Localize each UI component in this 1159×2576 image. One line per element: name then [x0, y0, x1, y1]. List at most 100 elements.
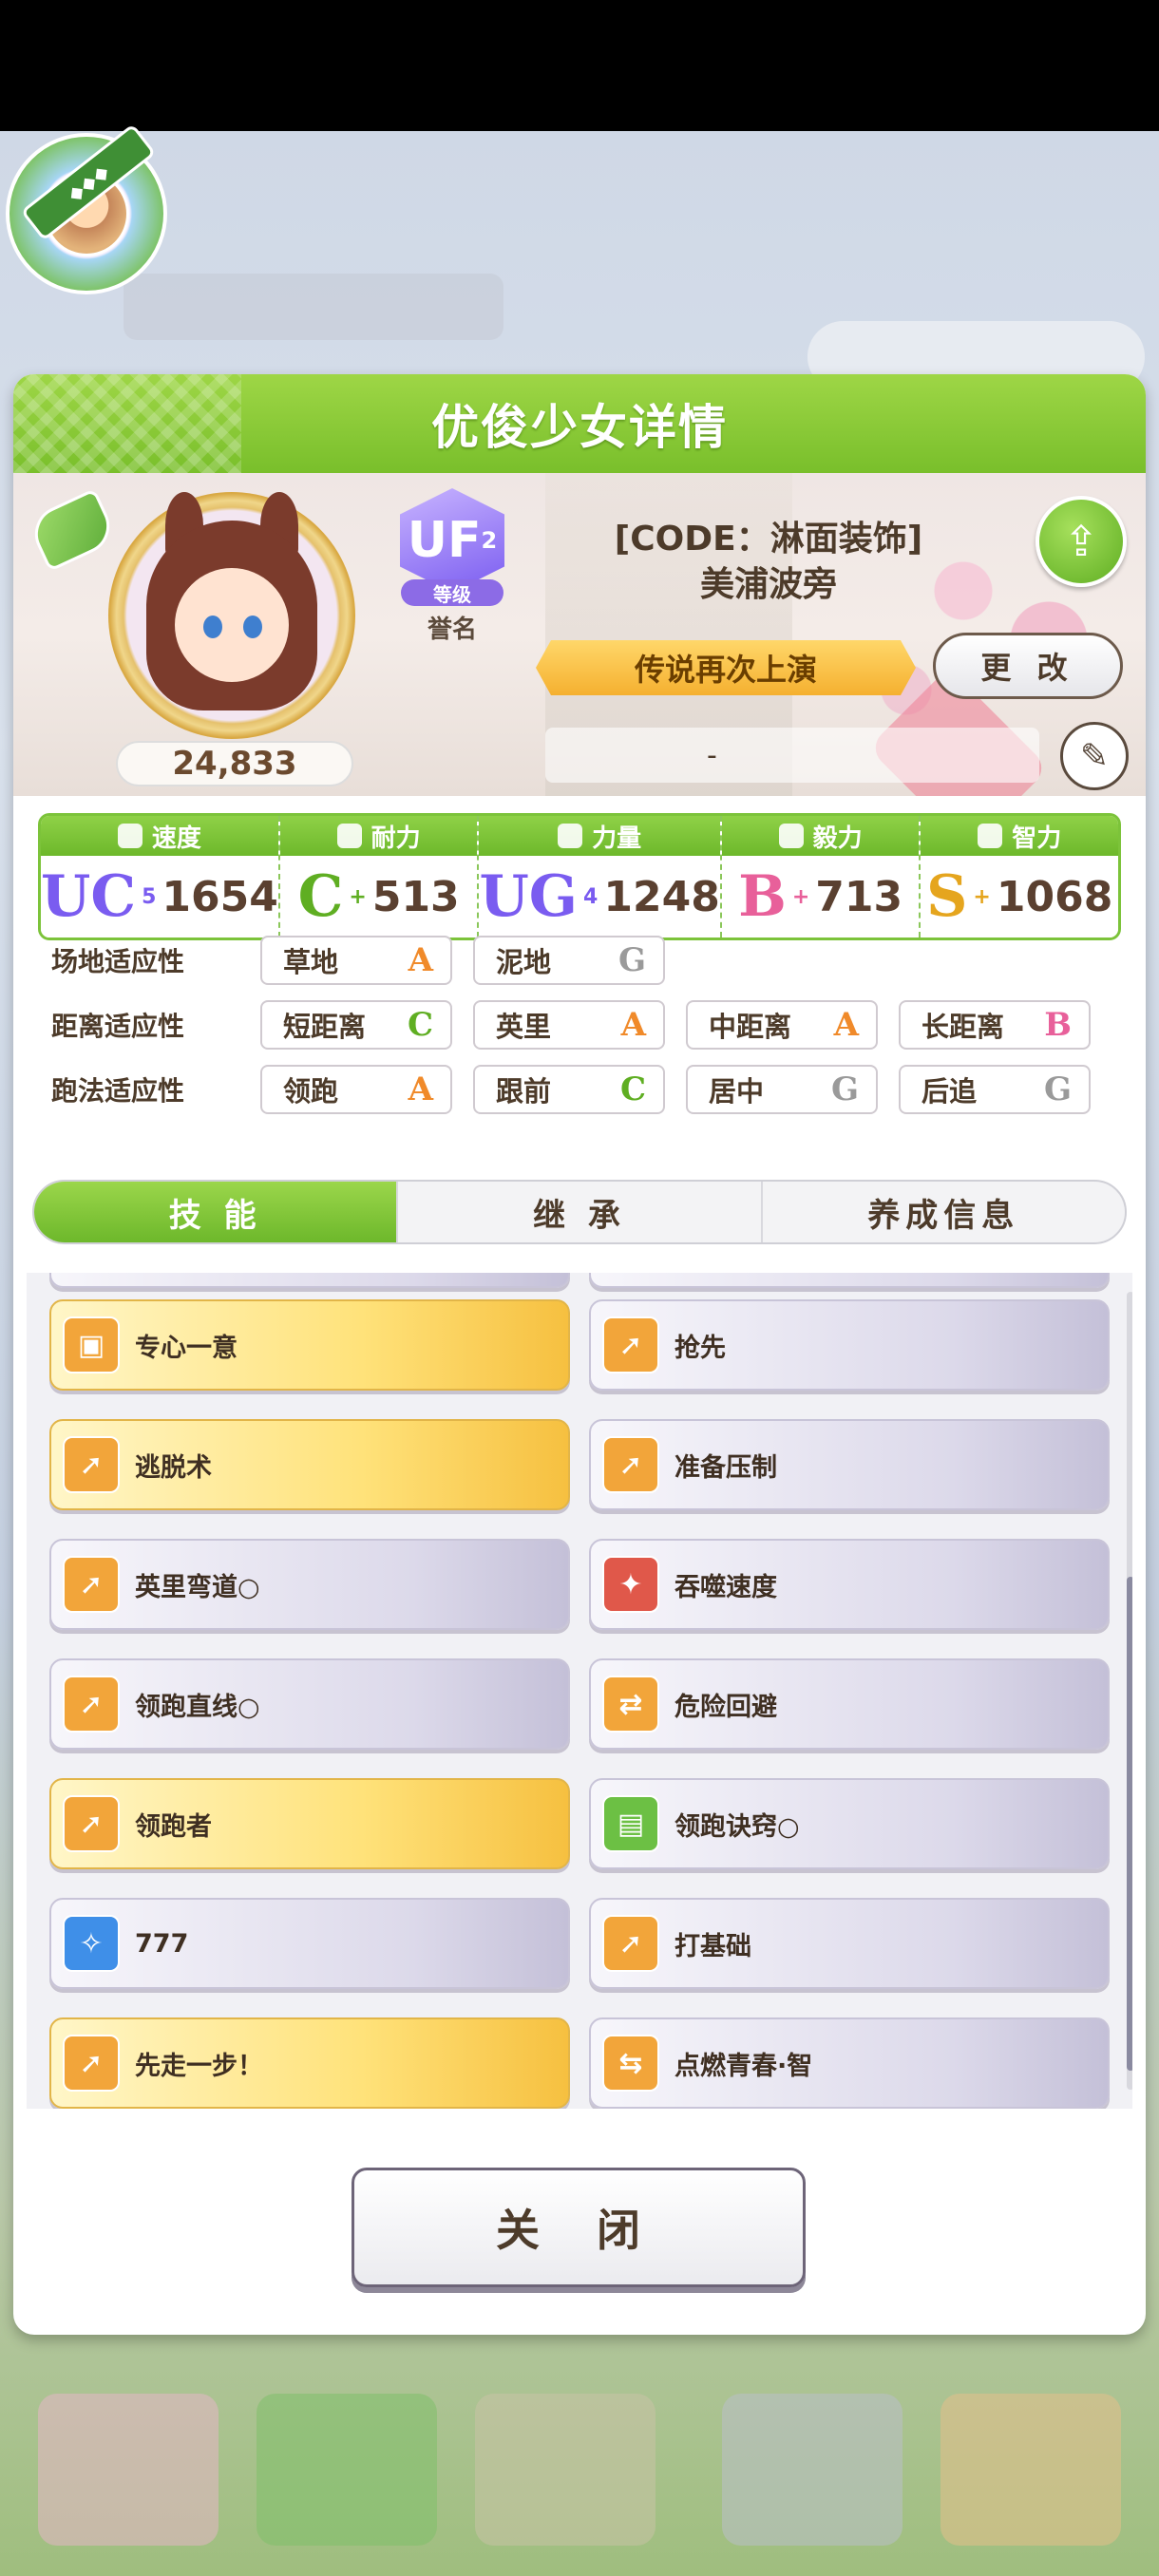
stats-panel: 速度 UC 5 1654 耐力 C +513 力量 UG 4 1248 毅力 B +713 智力 S +1068 [38, 813, 1121, 940]
aptitude-cell: 居中 G [686, 1065, 878, 1114]
stat-grade-sup: 5 [142, 884, 157, 909]
aptitude-grade: G [618, 941, 646, 979]
skill-name: 危险回避 [674, 1692, 777, 1722]
skill-name: 777 [135, 1928, 189, 1959]
stat-body: S +1068 [921, 856, 1118, 938]
skill-card[interactable]: ➚ 领跑直线○ [49, 1658, 570, 1750]
stat-body: C +513 [279, 856, 478, 938]
stat-header: 速度 [41, 816, 278, 856]
dialog-header: 优俊少女详情 [13, 374, 1146, 473]
stat-header: 力量 [479, 816, 720, 856]
aptitude-name: 中距离 [709, 1011, 792, 1043]
skill-card[interactable]: ✧ 777 [49, 1898, 570, 1989]
aptitude-label: 跑法适应性 [51, 1075, 185, 1107]
bg-nav-icon [475, 2394, 656, 2546]
runner-icon: ➚ [63, 1556, 120, 1613]
focus-icon: ▣ [63, 1316, 120, 1373]
aptitude-name: 后追 [922, 1075, 978, 1108]
share-button[interactable]: ⇪ [1036, 496, 1127, 587]
bg-nav-icon [940, 2394, 1121, 2546]
skill-card[interactable]: ➚ 准备压制 [589, 1419, 1110, 1510]
aptitude-grade: C [407, 1006, 433, 1044]
skill-card[interactable]: ➚ 抢先 [589, 1299, 1110, 1391]
status-bar [0, 0, 1159, 131]
aptitude-grade: A [620, 1006, 646, 1044]
aptitude-name: 长距离 [922, 1011, 1005, 1043]
runner-icon: ➚ [63, 1795, 120, 1852]
skills-list[interactable]: ▣ 专心一意 ➚ 抢先 ➚ 逃脱术 ➚ 准备压制 ➚ 英里弯道○ ✦ 吞噬速度 ➚ 领跑直线○ ⇄ 危险回避 ➚… [27, 1273, 1132, 2109]
portrait-eye [203, 616, 222, 638]
skills-scrollbar[interactable] [1127, 1292, 1132, 2090]
stat-label: 毅力 [812, 824, 863, 853]
debuff-icon: ✦ [602, 1556, 659, 1613]
skill-name: 点燃青春·智 [674, 2051, 813, 2081]
portrait-eye [243, 616, 262, 638]
tab-training-info[interactable]: 养成信息 [763, 1182, 1125, 1242]
skill-card[interactable]: ➚ 英里弯道○ [49, 1539, 570, 1630]
skill-card[interactable]: ▣ 专心一意 [49, 1299, 570, 1391]
skill-card[interactable]: ➚ 逃脱术 [49, 1419, 570, 1510]
tab-skills[interactable]: 技 能 [34, 1182, 399, 1242]
event-translator-badge-icon[interactable]: ◆◆◆ [6, 123, 167, 294]
recover-icon: ⇆ [602, 2035, 659, 2092]
runner-icon: ➚ [63, 2035, 120, 2092]
epithet-ribbon: 传说再次上演 [536, 640, 916, 695]
stat-column: 速度 UC 5 1654 [41, 816, 280, 938]
stat-body: UC 5 1654 [41, 856, 278, 938]
stat-grade: UC [41, 863, 137, 930]
aptitude-name: 跟前 [496, 1075, 552, 1108]
aptitude-cell: 草地 A [260, 936, 452, 985]
sparkle-icon: ✧ [63, 1915, 120, 1972]
aptitude-name: 草地 [283, 946, 339, 978]
skill-card[interactable]: ✦ 吞噬速度 [589, 1539, 1110, 1630]
runner-icon: ➚ [602, 1915, 659, 1972]
scrollbar-thumb[interactable] [1127, 1577, 1132, 2071]
skill-name: 先走一步！ [135, 2051, 263, 2081]
skill-card[interactable]: ➚ 先走一步！ [49, 2017, 570, 2109]
share-icon: ⇪ [1063, 517, 1099, 566]
skill-name: 专心一意 [135, 1333, 238, 1363]
skill-card[interactable]: ⇄ 危险回避 [589, 1658, 1110, 1750]
character-detail-dialog: 优俊少女详情 24,833 UF 2 等级 誉名 [CODE：淋面装饰] 美浦波旁… [13, 374, 1146, 2335]
skill-card[interactable]: ⇆ 点燃青春·智 [589, 2017, 1110, 2109]
stat-icon [778, 824, 804, 848]
comment-field: - [545, 728, 1039, 783]
aptitude-row-distance: 距离适应性 短距离 C 英里 A 中距离 A 长距离 B [51, 999, 1112, 1051]
character-hero-panel: 24,833 UF 2 等级 誉名 [CODE：淋面装饰] 美浦波旁 传说再次上演… [13, 473, 1146, 796]
aptitude-cell: 后追 G [899, 1065, 1091, 1114]
skill-card[interactable]: ▤ 领跑诀窍○ [589, 1778, 1110, 1869]
portrait-face [175, 568, 289, 682]
fan-count: 24,833 [116, 741, 353, 786]
dodge-icon: ⇄ [602, 1676, 659, 1733]
skill-name: 准备压制 [674, 1452, 777, 1483]
stat-grade: S [926, 863, 968, 930]
aptitude-cell: 泥地 G [473, 936, 665, 985]
character-outfit-code: [CODE：淋面装饰] [614, 520, 923, 559]
stat-grade-sup: + [973, 884, 991, 909]
stat-label: 耐力 [370, 824, 421, 853]
aptitude-cell: 中距离 A [686, 1000, 878, 1050]
skill-card[interactable]: ➚ 领跑者 [49, 1778, 570, 1869]
aptitude-cell: 长距离 B [899, 1000, 1091, 1050]
aptitude-grade: B [1044, 1006, 1072, 1044]
change-button[interactable]: 更 改 [933, 633, 1123, 699]
edit-comment-button[interactable]: ✎ [1060, 722, 1129, 790]
detail-tabs: 技 能 继 承 养成信息 [32, 1180, 1127, 1244]
skill-name: 逃脱术 [135, 1452, 212, 1483]
rank-badge-sub: 2 [481, 527, 498, 554]
bg-nav-icon [256, 2394, 437, 2546]
shoe-icon [26, 487, 119, 573]
rank-label: 誉名 [427, 616, 477, 644]
aptitude-name: 泥地 [496, 946, 552, 978]
close-button[interactable]: 关 闭 [352, 2168, 806, 2287]
skill-name: 英里弯道○ [135, 1572, 260, 1602]
skill-card[interactable]: ➚ 打基础 [589, 1898, 1110, 1989]
stat-grade-sup: + [349, 884, 367, 909]
background-search-pill [124, 274, 504, 340]
character-portrait[interactable] [108, 492, 355, 739]
bg-nav-icon [722, 2394, 902, 2546]
dialog-title: 优俊少女详情 [431, 400, 728, 455]
book-icon: ▤ [602, 1795, 659, 1852]
tab-inheritance[interactable]: 继 承 [398, 1182, 763, 1242]
aptitude-grade: A [833, 1006, 859, 1044]
